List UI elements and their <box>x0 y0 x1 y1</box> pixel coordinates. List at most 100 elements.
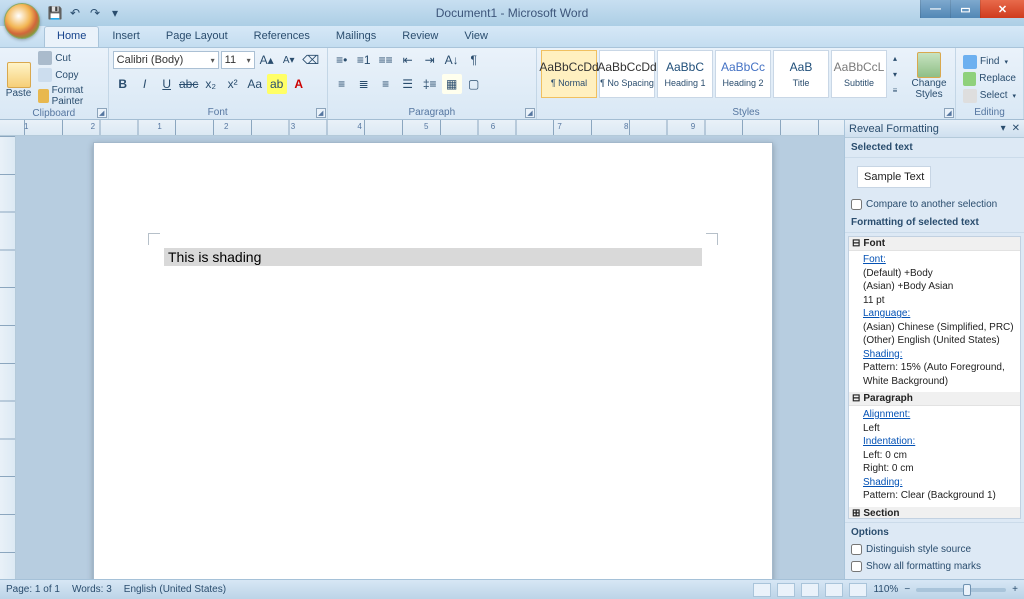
office-button[interactable] <box>4 3 40 39</box>
sample-text-box[interactable]: Sample Text <box>857 166 931 188</box>
copy-button[interactable]: Copy <box>35 67 103 83</box>
collapse-icon[interactable]: ⊟ <box>852 238 860 249</box>
superscript-button[interactable]: x² <box>223 74 243 94</box>
compare-checkbox[interactable] <box>851 199 862 210</box>
font-link[interactable]: Font: <box>863 254 886 265</box>
align-left-button[interactable]: ≡ <box>332 74 352 94</box>
zoom-out-button[interactable]: − <box>904 584 910 595</box>
collapse-icon[interactable]: ⊟ <box>852 393 860 404</box>
alignment-link[interactable]: Alignment: <box>863 409 910 420</box>
font-name-combo[interactable]: Calibri (Body)▾ <box>113 51 219 69</box>
change-case-button[interactable]: Aa <box>245 74 265 94</box>
tab-review[interactable]: Review <box>389 26 451 47</box>
italic-button[interactable]: I <box>135 74 155 94</box>
style-scroll-down[interactable]: ▾ <box>889 66 901 82</box>
save-icon[interactable]: 💾 <box>46 4 64 22</box>
formatting-details[interactable]: ⊟Font Font: (Default) +Body (Asian) +Bod… <box>848 236 1021 519</box>
replace-button[interactable]: Replace <box>960 71 1019 87</box>
subscript-button[interactable]: x₂ <box>201 74 221 94</box>
style-scroll-up[interactable]: ▴ <box>889 50 901 66</box>
bold-button[interactable]: B <box>113 74 133 94</box>
align-justify-button[interactable]: ☰ <box>398 74 418 94</box>
compare-checkbox-row[interactable]: Compare to another selection <box>845 196 1024 213</box>
change-styles-button[interactable]: Change Styles <box>907 50 951 100</box>
decrease-indent-button[interactable]: ⇤ <box>398 50 418 70</box>
panel-dropdown-icon[interactable]: ▾ <box>1001 123 1006 134</box>
show-marks-button[interactable]: ¶ <box>464 50 484 70</box>
style-gallery[interactable]: AaBbCcDd¶ NormalAaBbCcDd¶ No SpacingAaBb… <box>541 50 887 98</box>
align-center-button[interactable]: ≣ <box>354 74 374 94</box>
section-header[interactable]: ⊞Section <box>849 507 1020 520</box>
zoom-in-button[interactable]: + <box>1012 584 1018 595</box>
undo-icon[interactable]: ↶ <box>66 4 84 22</box>
style-tile-subtitle[interactable]: AaBbCcLSubtitle <box>831 50 887 98</box>
numbering-button[interactable]: ≡1 <box>354 50 374 70</box>
shading-button[interactable]: ▦ <box>442 74 462 94</box>
minimize-button[interactable]: — <box>920 0 950 18</box>
showall-checkbox-row[interactable]: Show all formatting marks <box>851 558 1018 575</box>
format-painter-button[interactable]: Format Painter <box>35 84 103 108</box>
shaded-text-line[interactable]: This is shading <box>164 248 702 266</box>
style-tile--normal[interactable]: AaBbCcDd¶ Normal <box>541 50 597 98</box>
vertical-ruler[interactable] <box>0 136 16 579</box>
status-page[interactable]: Page: 1 of 1 <box>6 584 60 595</box>
document-canvas[interactable]: This is shading <box>16 136 844 579</box>
bullets-button[interactable]: ≡• <box>332 50 352 70</box>
qat-menu-icon[interactable]: ▾ <box>106 4 124 22</box>
tab-page-layout[interactable]: Page Layout <box>153 26 241 47</box>
paragraph-header[interactable]: ⊟Paragraph <box>849 392 1020 406</box>
tab-mailings[interactable]: Mailings <box>323 26 389 47</box>
grow-font-button[interactable]: A▴ <box>257 50 277 70</box>
tab-view[interactable]: View <box>451 26 501 47</box>
zoom-slider[interactable] <box>916 588 1006 592</box>
language-link[interactable]: Language: <box>863 308 910 319</box>
font-size-combo[interactable]: 11▾ <box>221 51 255 69</box>
tab-references[interactable]: References <box>241 26 323 47</box>
style-expand[interactable]: ≡ <box>889 82 901 98</box>
redo-icon[interactable]: ↷ <box>86 4 104 22</box>
strike-button[interactable]: abc <box>179 74 199 94</box>
shrink-font-button[interactable]: A▾ <box>279 50 299 70</box>
clear-formatting-button[interactable]: ⌫ <box>301 50 321 70</box>
underline-button[interactable]: U <box>157 74 177 94</box>
indentation-link[interactable]: Indentation: <box>863 436 915 447</box>
font-color-button[interactable]: A <box>289 74 309 94</box>
close-button[interactable]: ✕ <box>980 0 1024 18</box>
align-right-button[interactable]: ≡ <box>376 74 396 94</box>
tab-insert[interactable]: Insert <box>99 26 153 47</box>
paragraph-dialog-launcher[interactable]: ◢ <box>525 108 535 118</box>
font-header[interactable]: ⊟Font <box>849 237 1020 251</box>
expand-icon[interactable]: ⊞ <box>852 508 860 519</box>
status-language[interactable]: English (United States) <box>124 584 226 595</box>
panel-close-icon[interactable]: ✕ <box>1012 123 1020 134</box>
showall-checkbox[interactable] <box>851 561 862 572</box>
panel-header[interactable]: Reveal Formatting ▾ ✕ <box>845 120 1024 138</box>
clipboard-dialog-launcher[interactable]: ◢ <box>97 108 107 118</box>
maximize-button[interactable]: ▭ <box>950 0 980 18</box>
zoom-value[interactable]: 110% <box>873 584 898 595</box>
line-spacing-button[interactable]: ‡≡ <box>420 74 440 94</box>
horizontal-ruler[interactable]: 1 2 1 2 3 4 5 6 7 8 9 <box>0 120 844 136</box>
view-outline[interactable] <box>825 583 843 597</box>
increase-indent-button[interactable]: ⇥ <box>420 50 440 70</box>
style-tile-heading-1[interactable]: AaBbCHeading 1 <box>657 50 713 98</box>
view-print-layout[interactable] <box>753 583 771 597</box>
view-draft[interactable] <box>849 583 867 597</box>
view-web-layout[interactable] <box>801 583 819 597</box>
highlight-button[interactable]: ab <box>267 74 287 94</box>
sort-button[interactable]: A↓ <box>442 50 462 70</box>
tab-home[interactable]: Home <box>44 26 99 47</box>
shading-link[interactable]: Shading: <box>863 349 902 360</box>
style-tile-heading-2[interactable]: AaBbCcHeading 2 <box>715 50 771 98</box>
zoom-thumb[interactable] <box>963 584 971 596</box>
page[interactable]: This is shading <box>93 142 773 579</box>
styles-dialog-launcher[interactable]: ◢ <box>944 108 954 118</box>
select-button[interactable]: Select▾ <box>960 88 1019 104</box>
font-dialog-launcher[interactable]: ◢ <box>316 108 326 118</box>
distinguish-checkbox-row[interactable]: Distinguish style source <box>851 541 1018 558</box>
paste-button[interactable]: Paste <box>4 50 33 108</box>
view-full-screen[interactable] <box>777 583 795 597</box>
borders-button[interactable]: ▢ <box>464 74 484 94</box>
multilevel-button[interactable]: ≡≡ <box>376 50 396 70</box>
para-shading-link[interactable]: Shading: <box>863 477 902 488</box>
